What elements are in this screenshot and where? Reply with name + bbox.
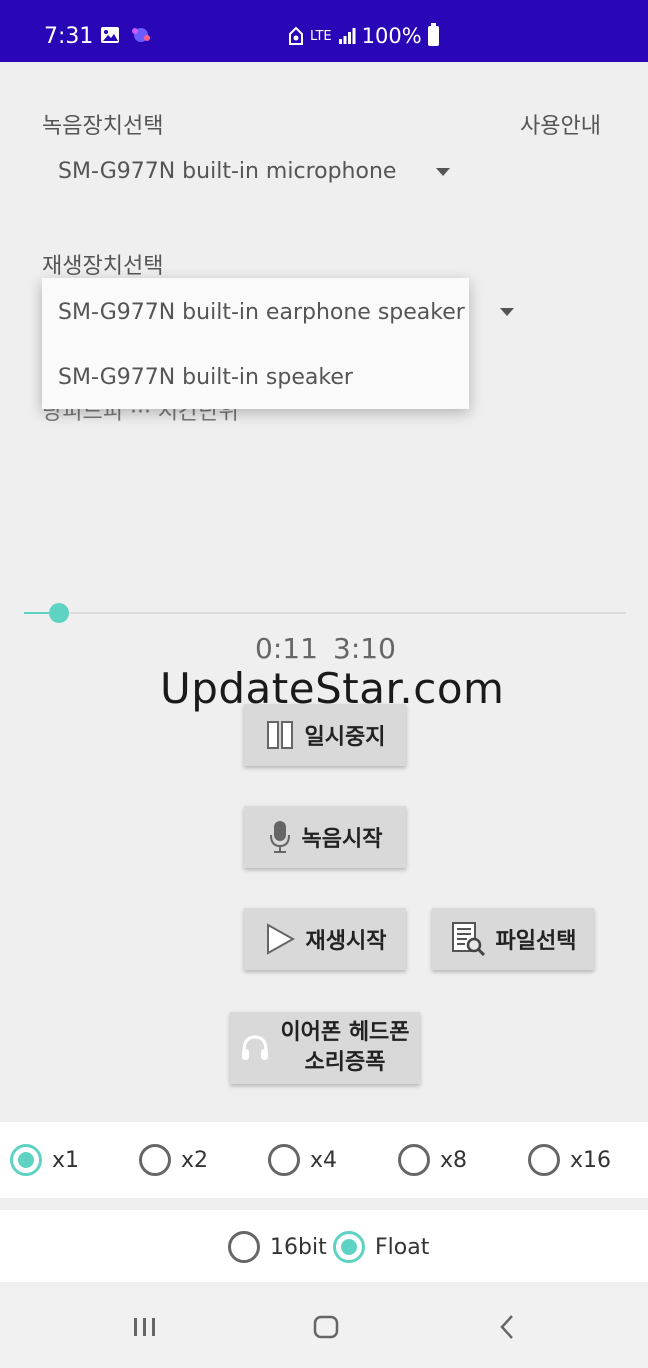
amplify-button-label: 이어폰 헤드폰 소리증폭 <box>280 1018 409 1078</box>
battery-percent: 100% <box>361 24 422 48</box>
radio-x8[interactable]: x8 <box>398 1144 467 1176</box>
radio-x4-label: x4 <box>310 1147 338 1173</box>
playback-device-label: 재생장치선택 <box>42 254 164 279</box>
total-duration: 3:10 <box>333 632 396 665</box>
radio-x16[interactable]: x16 <box>528 1144 611 1176</box>
radio-x2[interactable]: x2 <box>139 1144 208 1176</box>
playback-option-speaker[interactable]: SM-G977N built-in speaker <box>58 365 353 390</box>
radio-x1[interactable]: x1 <box>10 1144 79 1176</box>
playback-option-earphone[interactable]: SM-G977N built-in earphone speaker <box>58 300 465 325</box>
data-saver-icon <box>289 26 303 45</box>
format-radio-group: 16bit Float <box>0 1210 648 1282</box>
radio-x2-label: x2 <box>181 1147 209 1173</box>
radio-x4-indicator <box>268 1144 300 1176</box>
record-device-value: SM-G977N built-in microphone <box>58 159 397 184</box>
radio-x2-indicator <box>139 1144 171 1176</box>
multiplier-radio-group: x1 x2 x4 x8 x16 <box>0 1122 648 1198</box>
record-device-label: 녹음장치선택 <box>42 114 164 139</box>
record-button[interactable]: 녹음시작 <box>244 806 406 868</box>
radio-x1-label: x1 <box>52 1147 80 1173</box>
home-icon[interactable] <box>312 1312 340 1342</box>
radio-x16-label: x16 <box>570 1147 612 1173</box>
file-select-button-label: 파일선택 <box>495 929 577 954</box>
radio-x1-indicator <box>10 1144 42 1176</box>
network-type: LTE <box>310 28 332 44</box>
elapsed-time: 0:11 <box>255 632 318 665</box>
radio-float[interactable]: Float <box>333 1231 429 1263</box>
help-link[interactable]: 사용안내 <box>520 108 601 140</box>
file-select-button[interactable]: 파일선택 <box>432 908 594 970</box>
gallery-icon <box>101 27 119 43</box>
radio-float-indicator <box>333 1231 365 1263</box>
radio-x4[interactable]: x4 <box>268 1144 337 1176</box>
app-notification-icon <box>132 28 150 42</box>
status-bar: 7:31 LTE 100% <box>0 0 648 62</box>
signal-icon <box>338 28 356 44</box>
radio-16bit-indicator <box>228 1231 260 1263</box>
radio-16bit[interactable]: 16bit <box>228 1231 327 1263</box>
radio-float-label: Float <box>375 1234 430 1260</box>
radio-16bit-label: 16bit <box>270 1234 327 1260</box>
radio-x8-label: x8 <box>440 1147 468 1173</box>
amplify-label-line1: 이어폰 헤드폰 <box>280 1020 410 1045</box>
file-search-icon <box>451 922 485 957</box>
navigation-bar <box>0 1288 648 1368</box>
seekbar-track[interactable] <box>24 612 626 614</box>
back-icon[interactable] <box>496 1312 520 1342</box>
radio-x16-indicator <box>528 1144 560 1176</box>
dropdown-arrow-icon <box>436 168 450 176</box>
status-right-group: LTE 100% <box>288 23 439 48</box>
amplify-button[interactable]: 이어폰 헤드폰 소리증폭 <box>230 1012 420 1084</box>
play-button-label: 재생시작 <box>305 929 387 954</box>
battery-icon <box>427 23 439 46</box>
playback-dropdown-arrow-icon[interactable] <box>500 308 514 316</box>
playback-device-dropdown: SM-G977N built-in earphone speaker SM-G9… <box>42 278 469 409</box>
radio-x8-indicator <box>398 1144 430 1176</box>
headphones-icon <box>242 1035 269 1060</box>
play-button[interactable]: 재생시작 <box>244 908 406 970</box>
recent-apps-icon[interactable] <box>132 1312 158 1342</box>
pause-button[interactable]: 일시중지 <box>244 704 406 766</box>
pause-button-label: 일시중지 <box>304 725 386 750</box>
seekbar-thumb[interactable] <box>48 603 69 623</box>
amplify-label-line2: 소리증폭 <box>304 1050 386 1075</box>
record-button-label: 녹음시작 <box>301 827 383 852</box>
pause-icon <box>266 721 293 749</box>
microphone-icon <box>269 821 290 853</box>
status-time: 7:31 <box>44 24 94 49</box>
play-icon <box>266 923 295 955</box>
